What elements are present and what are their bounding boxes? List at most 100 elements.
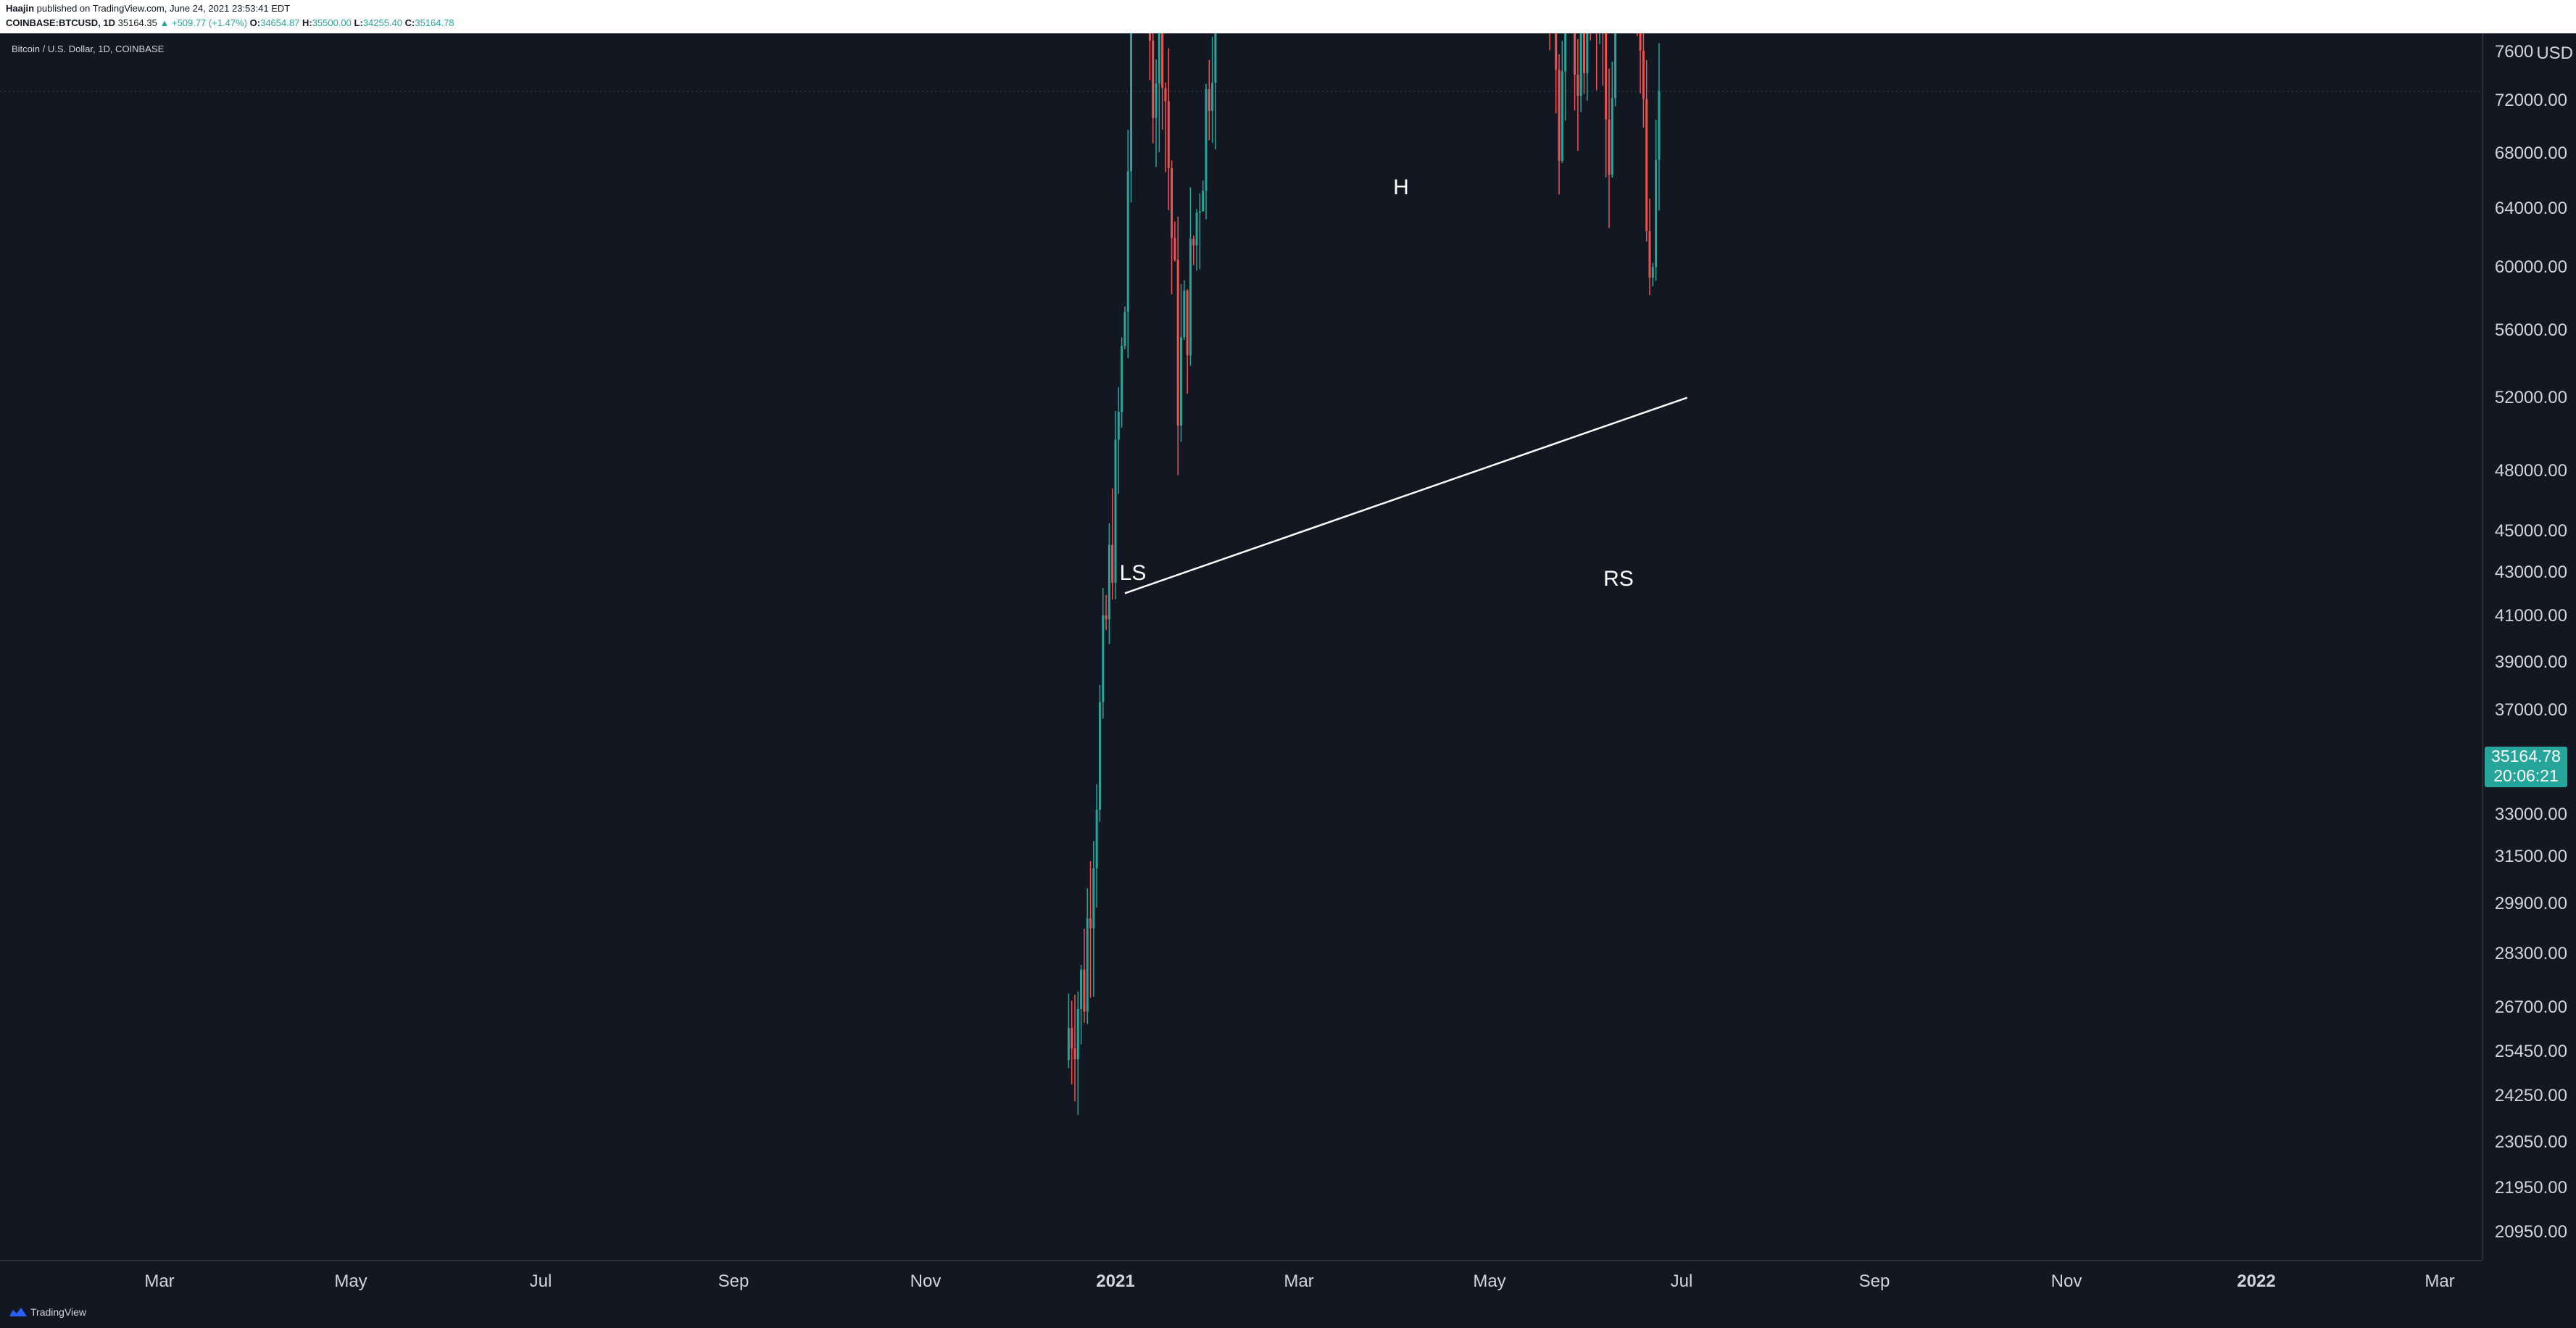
candle-up[interactable] <box>1579 33 1582 96</box>
time-tick: May <box>334 1271 367 1291</box>
candle-up[interactable] <box>1189 238 1192 356</box>
candle-down[interactable] <box>1605 33 1608 120</box>
candle-up[interactable] <box>1614 33 1617 99</box>
candle-down[interactable] <box>1164 88 1167 101</box>
candle-down[interactable] <box>1167 101 1170 169</box>
candle-up[interactable] <box>1655 159 1658 267</box>
candle-up[interactable] <box>1564 33 1567 72</box>
candle-up[interactable] <box>1651 267 1654 278</box>
price-tick: 24250.00 <box>2494 1086 2567 1105</box>
right-shoulder-label[interactable]: RS <box>1603 567 1634 592</box>
candle-down[interactable] <box>1639 33 1642 51</box>
candle-up[interactable] <box>1561 71 1563 161</box>
publish-info: Haajin published on TradingView.com, Jun… <box>6 3 290 14</box>
candle-down[interactable] <box>1583 33 1585 73</box>
candle-up[interactable] <box>1155 83 1158 118</box>
price-tick: 39000.00 <box>2494 652 2567 672</box>
candle-down[interactable] <box>1089 918 1092 929</box>
price-tick: 56000.00 <box>2494 320 2567 340</box>
candle-up[interactable] <box>1611 98 1613 175</box>
candle-up[interactable] <box>1080 969 1083 1009</box>
candle-up[interactable] <box>1158 33 1160 84</box>
price-tick: 43000.00 <box>2494 563 2567 582</box>
last-price-value: 35164.78 <box>2491 747 2561 765</box>
candle-down[interactable] <box>1576 75 1579 96</box>
candle-down[interactable] <box>1648 231 1651 278</box>
candle-up[interactable] <box>1114 439 1117 583</box>
price-tick: 60000.00 <box>2494 257 2567 277</box>
candle-down[interactable] <box>1608 119 1611 175</box>
time-tick: Mar <box>2425 1271 2455 1291</box>
price-scale[interactable]: 76000.00 72000.00 68000.00 64000.00 6000… <box>2482 33 2576 1260</box>
candle-up[interactable] <box>1658 91 1661 160</box>
candle-up[interactable] <box>1183 290 1186 338</box>
candle-down[interactable] <box>1152 41 1155 118</box>
candle-up[interactable] <box>1198 211 1201 213</box>
price-tick: 41000.00 <box>2494 606 2567 626</box>
candle-down[interactable] <box>1176 260 1179 426</box>
publish-date: published on TradingView.com, June 24, 2… <box>36 3 291 14</box>
candle-down[interactable] <box>1083 969 1086 1012</box>
candle-up[interactable] <box>1205 89 1208 191</box>
head-label[interactable]: H <box>1393 175 1409 200</box>
candle-down[interactable] <box>1171 168 1173 238</box>
price-tick: 64000.00 <box>2494 199 2567 218</box>
candle-up[interactable] <box>1180 337 1183 426</box>
last-price-badge: 35164.78 20:06:21 <box>2485 747 2567 787</box>
candle-up[interactable] <box>1130 33 1133 172</box>
price-tick: 29900.00 <box>2494 894 2567 913</box>
candle-down[interactable] <box>1186 290 1189 356</box>
candle-up[interactable] <box>1098 702 1101 810</box>
candle-up[interactable] <box>1211 83 1214 111</box>
candle-up[interactable] <box>1102 615 1105 702</box>
footer-brand[interactable]: TradingView <box>30 1306 86 1318</box>
candle-up[interactable] <box>1121 346 1123 412</box>
tradingview-snapshot: Haajin published on TradingView.com, Jun… <box>0 0 2576 1328</box>
price-tick: 21950.00 <box>2494 1178 2567 1198</box>
candle-up[interactable] <box>1123 312 1126 346</box>
candle-down[interactable] <box>1192 238 1195 246</box>
candle-up[interactable] <box>1202 190 1205 212</box>
candle-up[interactable] <box>1067 1027 1070 1061</box>
author-name[interactable]: Haajin <box>6 3 34 14</box>
neckline-lower-trendline[interactable] <box>1124 397 1688 594</box>
candle-down[interactable] <box>1558 70 1561 161</box>
change-value: ▲ +509.77 (+1.47%) <box>159 17 248 28</box>
high-value: 35500.00 <box>312 17 352 28</box>
candle-down[interactable] <box>1111 544 1114 583</box>
candle-up[interactable] <box>1086 918 1089 1012</box>
candle-down[interactable] <box>1148 33 1151 41</box>
candle-down[interactable] <box>1555 33 1558 70</box>
candle-down[interactable] <box>1173 237 1176 260</box>
candle-down[interactable] <box>1071 1027 1073 1049</box>
candle-down[interactable] <box>1208 89 1210 111</box>
candle-up[interactable] <box>1076 1008 1079 1060</box>
candle-up[interactable] <box>1586 33 1589 73</box>
candle-up[interactable] <box>1117 412 1120 440</box>
time-tick-year: 2021 <box>1096 1271 1135 1291</box>
tradingview-logo-icon[interactable] <box>9 1306 28 1318</box>
candle-down[interactable] <box>1645 99 1648 231</box>
price-tick: 52000.00 <box>2494 388 2567 407</box>
candle-up[interactable] <box>1095 810 1098 868</box>
candle-down[interactable] <box>1161 33 1164 88</box>
time-scale[interactable]: Mar May Jul Sep Nov 2021 Mar May Jul Sep… <box>0 1260 2482 1298</box>
candle-down[interactable] <box>1105 615 1108 620</box>
left-shoulder-label[interactable]: LS <box>1120 561 1147 586</box>
time-tick: Nov <box>910 1271 942 1291</box>
candle-up[interactable] <box>1126 171 1129 312</box>
time-tick: Jul <box>529 1271 552 1291</box>
candle-down[interactable] <box>1073 1048 1076 1060</box>
candlestick-plot[interactable] <box>0 33 2482 1260</box>
low-value: 34255.40 <box>362 17 403 28</box>
candle-up[interactable] <box>1195 212 1198 246</box>
candle-down[interactable] <box>1574 33 1576 75</box>
chart-area[interactable]: Bitcoin / U.S. Dollar, 1D, COINBASE LS H… <box>0 33 2576 1328</box>
candle-up[interactable] <box>1092 868 1095 929</box>
candle-up[interactable] <box>1108 544 1110 620</box>
price-tick: 23050.00 <box>2494 1132 2567 1152</box>
open-label: O: <box>249 17 261 28</box>
candle-up[interactable] <box>1214 33 1217 83</box>
price-tick: 33000.00 <box>2494 805 2567 824</box>
currency-label[interactable]: USD <box>2533 43 2573 64</box>
